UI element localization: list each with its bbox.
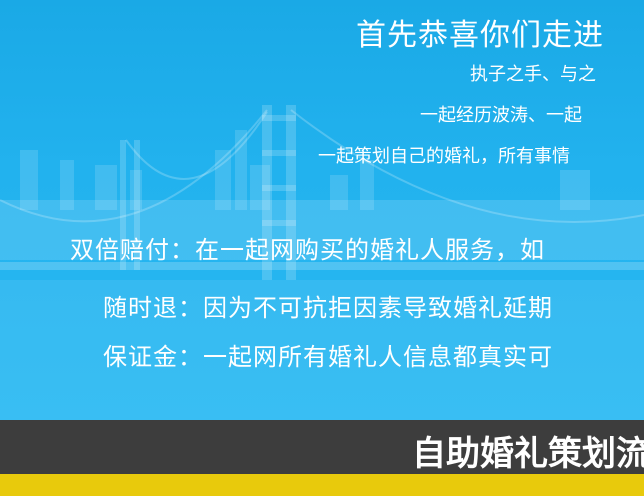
guarantee-double-compensation: 双倍赔付：在一起网购买的婚礼人服务，如 — [70, 236, 545, 264]
headline: 首先恭喜你们走进 — [356, 18, 604, 53]
intro-line-2: 一起经历波涛、一起 — [420, 105, 582, 126]
section-title: 自助婚礼策划流 — [412, 434, 644, 474]
section-header-band: 自助婚礼策划流 — [0, 420, 644, 474]
guarantee-deposit: 保证金：一起网所有婚礼人信息都真实可 — [103, 343, 553, 371]
hero-banner: 首先恭喜你们走进 执子之手、与之 一起经历波涛、一起 一起策划自己的婚礼，所有事… — [0, 0, 644, 420]
guarantee-refund-anytime: 随时退：因为不可抗拒因素导致婚礼延期 — [103, 294, 553, 322]
intro-line-3: 一起策划自己的婚礼，所有事情 — [318, 146, 570, 167]
accent-stripe — [0, 474, 644, 496]
intro-line-1: 执子之手、与之 — [470, 64, 596, 85]
